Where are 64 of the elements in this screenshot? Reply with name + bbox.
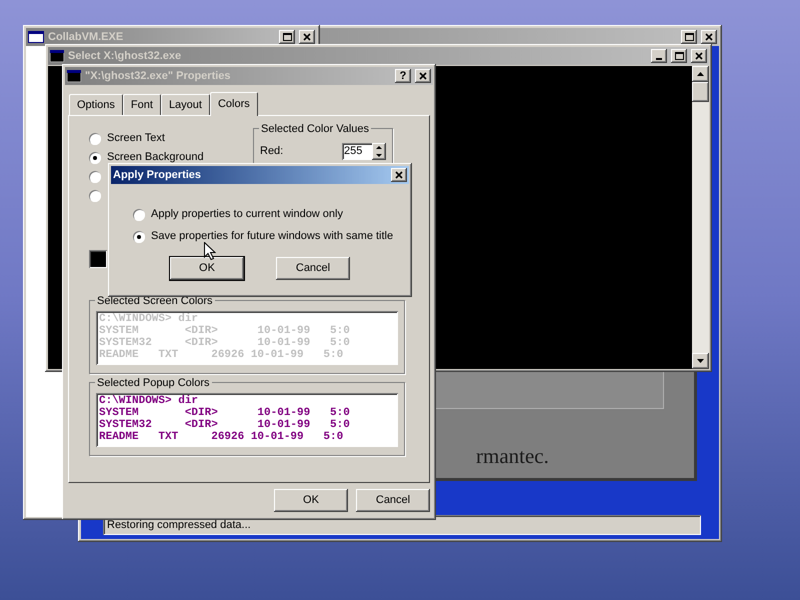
- console-icon: [50, 50, 64, 62]
- dialog-button[interactable]: Cancel: [356, 489, 430, 512]
- radio-label: Screen Background: [107, 150, 204, 166]
- tab[interactable]: Layout: [160, 94, 210, 115]
- group-title: Selected Popup Colors: [95, 375, 212, 392]
- scroll-thumb[interactable]: [692, 82, 709, 102]
- tab[interactable]: Colors: [210, 92, 258, 116]
- close-button[interactable]: [691, 49, 707, 63]
- window-title: CollabVM.EXE: [48, 30, 124, 45]
- maximize-button[interactable]: [671, 49, 687, 63]
- tab[interactable]: Font: [122, 94, 161, 115]
- close-button[interactable]: [299, 30, 315, 44]
- radio-button[interactable]: [89, 152, 101, 164]
- radio-button[interactable]: [89, 132, 101, 144]
- radio-label: Apply properties to current window only: [151, 207, 343, 222]
- radio-button[interactable]: [133, 230, 145, 242]
- dialog-button[interactable]: Cancel: [276, 257, 350, 280]
- preview-line: SYSTEM32 <DIR> 10-01-99 5:0: [99, 337, 351, 349]
- mouse-pointer-icon: [204, 242, 216, 260]
- window-title: Apply Properties: [113, 168, 202, 183]
- maximize-button[interactable]: [681, 30, 697, 44]
- window-icon: [28, 31, 44, 43]
- close-icon: [705, 33, 713, 41]
- window-title: "X:\ghost32.exe" Properties: [85, 68, 231, 84]
- maximize-button[interactable]: [279, 30, 295, 44]
- preview-line: README TXT 26926 10-01-99 5:0: [99, 431, 344, 443]
- preview-line: SYSTEM32 <DIR> 10-01-99 5:0: [99, 419, 351, 431]
- preview-line: README TXT 26926 10-01-99 5:0: [99, 349, 344, 361]
- number-spinbox[interactable]: 255: [342, 143, 386, 160]
- field-label: Red:: [260, 144, 284, 160]
- status-text: Restoring compressed data...: [107, 518, 251, 533]
- radio-button[interactable]: [89, 170, 101, 182]
- maximize-icon: [674, 52, 684, 60]
- up-arrow-icon: [697, 72, 704, 76]
- minimize-button[interactable]: [651, 49, 667, 63]
- window-title: Select X:\ghost32.exe: [68, 48, 182, 64]
- radio-label: Screen Text: [107, 131, 165, 146]
- maximize-icon: [282, 33, 292, 41]
- help-button[interactable]: ?: [395, 69, 411, 83]
- up-arrow-icon: [376, 146, 382, 149]
- radio-button[interactable]: [133, 208, 145, 220]
- close-icon: [303, 33, 311, 41]
- preview-line: SYSTEM <DIR> 10-01-99 5:0: [99, 407, 351, 419]
- down-arrow-icon: [697, 359, 704, 363]
- logo-text: rmantec.: [476, 443, 549, 470]
- tab[interactable]: Options: [69, 94, 123, 115]
- down-arrow-icon: [376, 154, 382, 158]
- radio-button[interactable]: [89, 190, 101, 202]
- close-icon: [395, 171, 403, 179]
- preview-line: C:\WINDOWS> dir: [99, 395, 200, 407]
- color-swatch[interactable]: [89, 250, 107, 268]
- preview-line: SYSTEM <DIR> 10-01-99 5:0: [99, 325, 351, 337]
- close-icon: [419, 72, 427, 80]
- console-icon: [67, 70, 81, 82]
- close-button[interactable]: [415, 69, 431, 83]
- radio-label: Save properties for future windows with same title: [151, 229, 394, 244]
- close-button[interactable]: [391, 168, 407, 182]
- close-button[interactable]: [701, 30, 717, 44]
- dialog-button[interactable]: OK: [170, 257, 244, 280]
- close-icon: [695, 52, 703, 60]
- maximize-icon: [684, 33, 694, 41]
- scrollbar[interactable]: [692, 66, 709, 369]
- preview-line: C:\WINDOWS> dir: [99, 313, 200, 325]
- dialog-button[interactable]: OK: [274, 489, 348, 512]
